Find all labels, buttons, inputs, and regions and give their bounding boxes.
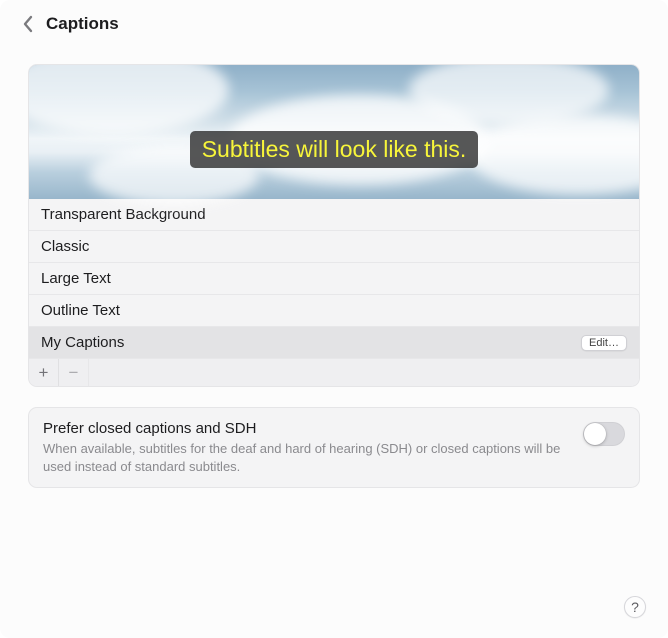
back-button[interactable] bbox=[18, 14, 38, 34]
style-row-label: Transparent Background bbox=[41, 206, 206, 223]
style-row-label: My Captions bbox=[41, 334, 124, 351]
header: Captions bbox=[0, 0, 668, 46]
style-row-my-captions[interactable]: My Captions Edit… bbox=[29, 326, 639, 358]
chevron-left-icon bbox=[22, 15, 34, 33]
toggle-knob bbox=[584, 423, 606, 445]
prefer-sdh-description: When available, subtitles for the deaf a… bbox=[43, 440, 569, 475]
subtitle-sample-text: Subtitles will look like this. bbox=[202, 136, 467, 162]
style-row-label: Outline Text bbox=[41, 302, 120, 319]
prefer-sdh-card: Prefer closed captions and SDH When avai… bbox=[28, 407, 640, 488]
plus-icon: + bbox=[39, 363, 49, 383]
captions-settings-pane: Captions Subtitles will look like this. … bbox=[0, 0, 668, 638]
help-button[interactable]: ? bbox=[624, 596, 646, 618]
style-row-large-text[interactable]: Large Text bbox=[29, 262, 639, 294]
styles-card: Subtitles will look like this. Transpare… bbox=[28, 64, 640, 387]
prefer-sdh-title: Prefer closed captions and SDH bbox=[43, 420, 569, 437]
remove-style-button[interactable]: − bbox=[59, 359, 89, 386]
style-list: Transparent Background Classic Large Tex… bbox=[29, 199, 639, 358]
style-row-label: Large Text bbox=[41, 270, 111, 287]
cloud-shape bbox=[28, 64, 229, 135]
help-icon: ? bbox=[631, 599, 639, 615]
style-row-label: Classic bbox=[41, 238, 89, 255]
edit-style-button[interactable]: Edit… bbox=[581, 335, 627, 351]
subtitle-preview: Subtitles will look like this. bbox=[29, 65, 639, 199]
subtitle-sample-box: Subtitles will look like this. bbox=[190, 131, 479, 168]
style-list-controls: + − bbox=[29, 358, 639, 386]
style-row-classic[interactable]: Classic bbox=[29, 230, 639, 262]
prefer-sdh-toggle[interactable] bbox=[583, 422, 625, 446]
prefer-text-block: Prefer closed captions and SDH When avai… bbox=[43, 420, 569, 475]
style-row-outline-text[interactable]: Outline Text bbox=[29, 294, 639, 326]
content-area: Subtitles will look like this. Transpare… bbox=[0, 46, 668, 638]
minus-icon: − bbox=[69, 363, 79, 383]
page-title: Captions bbox=[46, 14, 119, 34]
style-row-transparent[interactable]: Transparent Background bbox=[29, 199, 639, 230]
cloud-shape bbox=[469, 115, 640, 195]
add-style-button[interactable]: + bbox=[29, 359, 59, 386]
